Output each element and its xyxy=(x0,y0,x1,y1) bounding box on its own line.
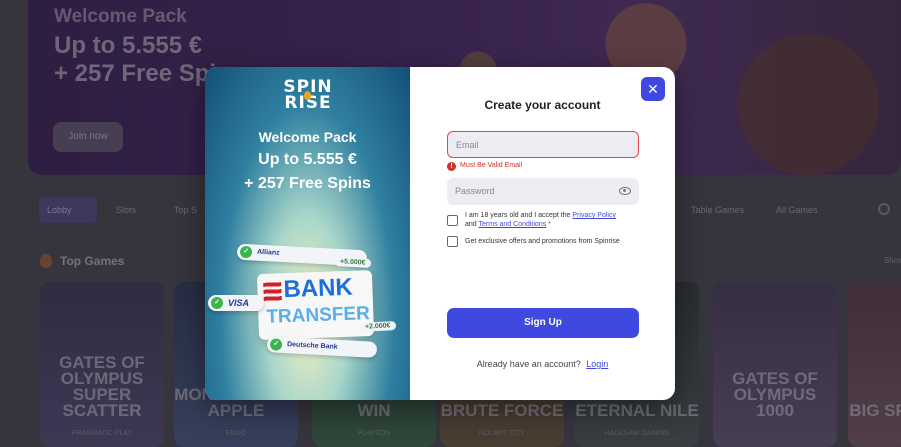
deutsche-bank-tag: ✓ Deutsche Bank xyxy=(266,336,378,358)
deutsche-bank-label: Deutsche Bank xyxy=(286,341,338,351)
terms-checkbox[interactable] xyxy=(447,215,458,226)
terms-prefix: I am 18 years old and I accept the xyxy=(465,212,571,219)
password-placeholder: Password xyxy=(455,186,495,196)
signup-form: ✕ Create your account Email ! Must Be Va… xyxy=(410,67,675,400)
terms-and: and xyxy=(465,221,477,228)
promo-title: Welcome Pack xyxy=(258,129,357,145)
bank-logo-icon xyxy=(263,282,282,303)
terms-label: I am 18 years old and I accept the Priva… xyxy=(465,211,655,229)
visa-tag: ✓ VISA xyxy=(208,295,264,311)
transfer-label: TRANSFER xyxy=(266,303,371,328)
promo-panel: SPIN RISE Welcome Pack Up to 5.555 € + 2… xyxy=(205,67,410,400)
close-icon: ✕ xyxy=(647,81,659,97)
password-field[interactable]: Password xyxy=(447,178,639,205)
visa-label: VISA xyxy=(228,298,250,308)
promo-amount: Up to 5.555 € xyxy=(258,151,357,168)
form-title: Create your account xyxy=(484,98,601,112)
amount-tag-2000: +2.000€ xyxy=(359,321,396,332)
amount-tag-5000: +5.000€ xyxy=(334,257,371,268)
already-account-row: Already have an account? Login xyxy=(410,359,675,369)
check-icon: ✓ xyxy=(211,297,223,309)
login-link[interactable]: Login xyxy=(586,359,608,369)
error-icon: ! xyxy=(447,162,456,171)
eye-icon[interactable] xyxy=(619,187,631,195)
terms-conditions-link[interactable]: Terms and Conditions xyxy=(479,221,547,228)
required-marker: * xyxy=(548,221,551,228)
bank-label: BANK xyxy=(282,273,354,304)
offers-label: Get exclusive offers and promotions from… xyxy=(465,238,620,245)
allianz-label: Allianz xyxy=(256,248,280,257)
sign-up-button[interactable]: Sign Up xyxy=(447,308,639,338)
promo-spins: + 257 Free Spins xyxy=(244,175,371,192)
check-icon: ✓ xyxy=(269,338,283,351)
flame-icon xyxy=(304,91,311,100)
signup-modal: SPIN RISE Welcome Pack Up to 5.555 € + 2… xyxy=(205,67,675,400)
email-error: Must Be Valid Email xyxy=(460,162,523,169)
email-field[interactable]: Email xyxy=(447,131,639,158)
check-icon: ✓ xyxy=(239,245,253,259)
privacy-policy-link[interactable]: Privacy Policy xyxy=(572,212,616,219)
offers-checkbox[interactable] xyxy=(447,236,458,247)
bank-transfer-card: BANK TRANSFER xyxy=(256,270,375,340)
already-account-text: Already have an account? xyxy=(476,359,581,369)
